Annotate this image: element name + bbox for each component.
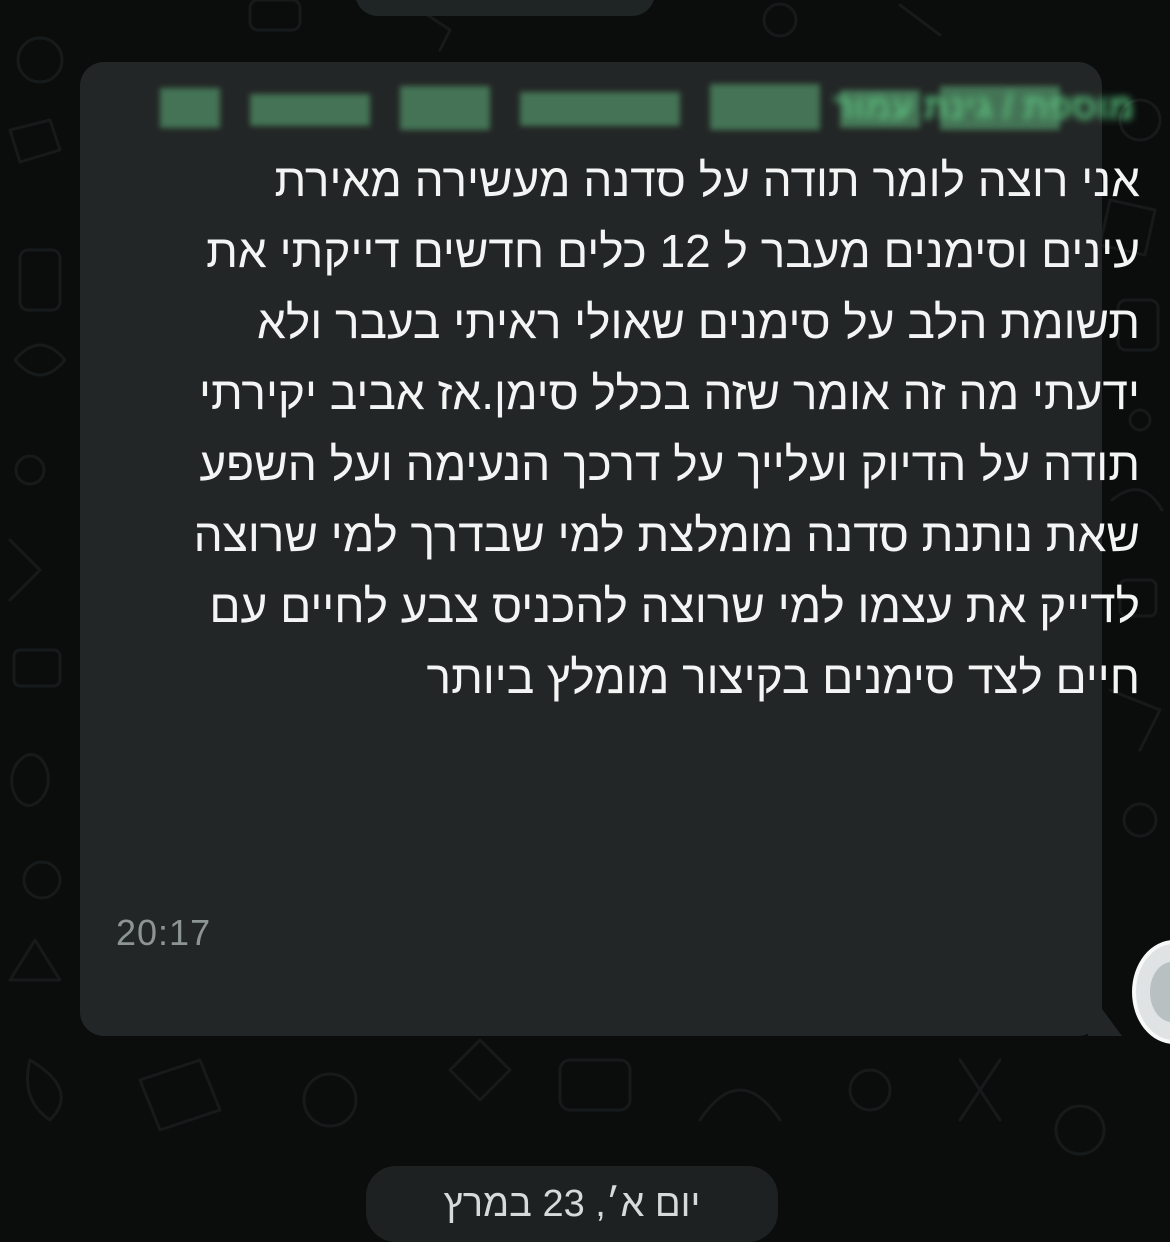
message-timestamp: 20:17 [116,912,212,953]
sender-name[interactable]: מוספת / גינת עמור [184,84,1134,130]
message-text[interactable]: אני רוצה לומר תודה על סדנה מעשירה מאירת … [180,145,1140,713]
previous-message-pill [355,0,655,16]
avatar-silhouette [1150,962,1170,1022]
message-bubble-tail [1088,990,1122,1036]
date-separator: יום א׳, 23 במרץ [366,1166,778,1242]
